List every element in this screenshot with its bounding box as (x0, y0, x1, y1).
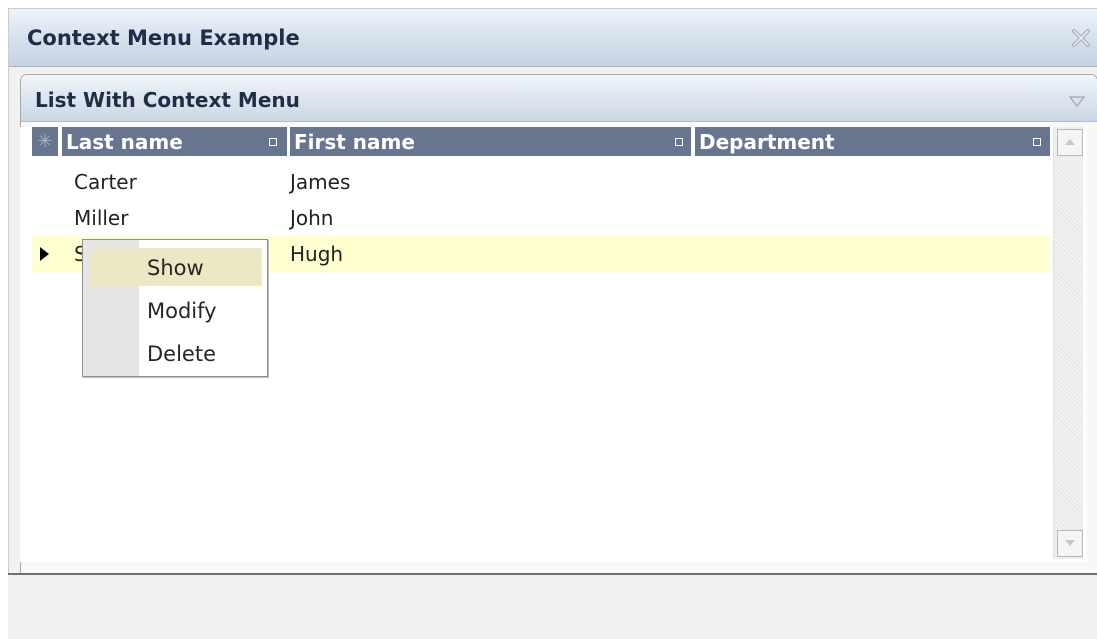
context-menu-item-label: Show (147, 256, 204, 280)
column-header-label: First name (294, 130, 415, 154)
collapse-triangle-icon[interactable] (1068, 93, 1086, 107)
context-menu-item-modify[interactable]: Modify (90, 291, 262, 329)
asterisk-icon[interactable]: ✳ (32, 127, 58, 156)
cell-last-name: Carter (74, 170, 137, 194)
cell-first-name: James (290, 170, 351, 194)
context-menu: Show Modify Delete (82, 239, 268, 377)
arrow-up-icon (1065, 139, 1075, 145)
column-header-label: Department (699, 130, 835, 154)
sort-icon[interactable] (269, 138, 277, 146)
context-menu-item-delete[interactable]: Delete (90, 334, 262, 372)
scroll-down-button[interactable] (1057, 530, 1083, 557)
sort-icon[interactable] (675, 138, 683, 146)
cell-first-name: John (290, 206, 334, 230)
window-title: Context Menu Example (27, 26, 300, 50)
triangle-right-icon (40, 247, 49, 261)
arrow-down-icon (1065, 540, 1075, 546)
window-title-bar: Context Menu Example (9, 9, 1097, 67)
column-header-department[interactable]: Department (695, 127, 1050, 156)
context-menu-item-label: Modify (147, 299, 217, 323)
cell-first-name: Hugh (290, 242, 344, 266)
close-icon[interactable] (1070, 27, 1092, 49)
table-row[interactable]: Miller John (32, 200, 1050, 236)
panel-title: List With Context Menu (35, 88, 300, 112)
context-menu-item-show[interactable]: Show (90, 248, 262, 286)
status-bar (8, 573, 1097, 639)
vertical-scrollbar[interactable] (1053, 127, 1083, 559)
sort-icon[interactable] (1033, 138, 1041, 146)
column-header-last-name[interactable]: Last name (62, 127, 287, 156)
context-menu-item-label: Delete (147, 342, 216, 366)
panel-title-bar: List With Context Menu (21, 75, 1097, 122)
table-row[interactable]: Carter James (32, 164, 1050, 200)
cell-last-name: Miller (74, 206, 129, 230)
column-header-first-name[interactable]: First name (290, 127, 691, 156)
column-header-label: Last name (66, 130, 183, 154)
scroll-up-button[interactable] (1057, 129, 1083, 156)
